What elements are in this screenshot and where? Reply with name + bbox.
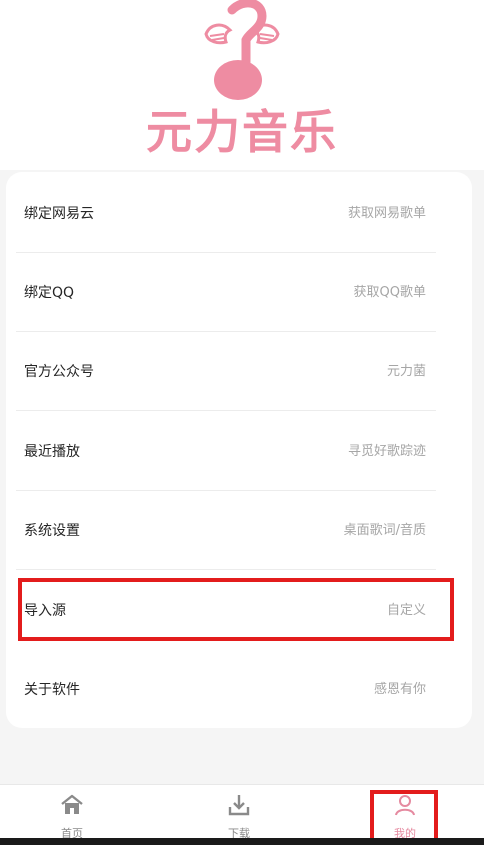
menu-item-about[interactable]: 关于软件 感恩有你 bbox=[16, 650, 436, 729]
highlight-box-mine-tab bbox=[370, 790, 438, 845]
menu-item-value: 获取网易歌单 bbox=[347, 206, 426, 221]
menu-item-label: 官方公众号 bbox=[24, 364, 94, 380]
download-icon bbox=[228, 795, 250, 816]
tab-home[interactable]: 首页 bbox=[22, 785, 122, 846]
menu-item-system-settings[interactable]: 系统设置 桌面歌词/音质 bbox=[16, 491, 436, 570]
menu-item-value: 获取QQ歌单 bbox=[353, 285, 426, 300]
divider bbox=[16, 569, 436, 570]
home-icon bbox=[61, 794, 83, 814]
menu-card: 绑定网易云 获取网易歌单 绑定QQ 获取QQ歌单 官方公众号 元力菌 最近播放 … bbox=[6, 172, 472, 728]
menu-item-label: 绑定QQ bbox=[24, 285, 75, 301]
app-logo-text: 元力音乐 bbox=[146, 105, 338, 159]
menu-item-value: 感恩有你 bbox=[373, 682, 426, 697]
menu-item-label: 系统设置 bbox=[24, 523, 80, 539]
menu-item-bind-netease[interactable]: 绑定网易云 获取网易歌单 bbox=[16, 174, 436, 253]
app-logo: 元力音乐 bbox=[0, 0, 484, 165]
menu-item-value: 桌面歌词/音质 bbox=[343, 523, 426, 538]
bottom-edge bbox=[0, 838, 484, 845]
menu-item-official-account[interactable]: 官方公众号 元力菌 bbox=[16, 332, 436, 411]
highlight-box-import-source bbox=[18, 578, 454, 641]
header: 元力音乐 bbox=[0, 0, 484, 170]
menu-item-bind-qq[interactable]: 绑定QQ 获取QQ歌单 bbox=[16, 253, 436, 332]
tab-download[interactable]: 下载 bbox=[189, 785, 289, 846]
menu-item-label: 关于软件 bbox=[24, 682, 80, 698]
menu-item-recent-play[interactable]: 最近播放 寻觅好歌踪迹 bbox=[16, 412, 436, 491]
divider bbox=[16, 410, 436, 411]
menu-item-label: 最近播放 bbox=[24, 444, 80, 460]
music-note-logo-icon bbox=[204, 0, 280, 100]
menu-item-label: 绑定网易云 bbox=[24, 206, 94, 222]
menu-item-value: 寻觅好歌踪迹 bbox=[347, 444, 426, 459]
menu-item-value: 元力菌 bbox=[386, 364, 426, 379]
